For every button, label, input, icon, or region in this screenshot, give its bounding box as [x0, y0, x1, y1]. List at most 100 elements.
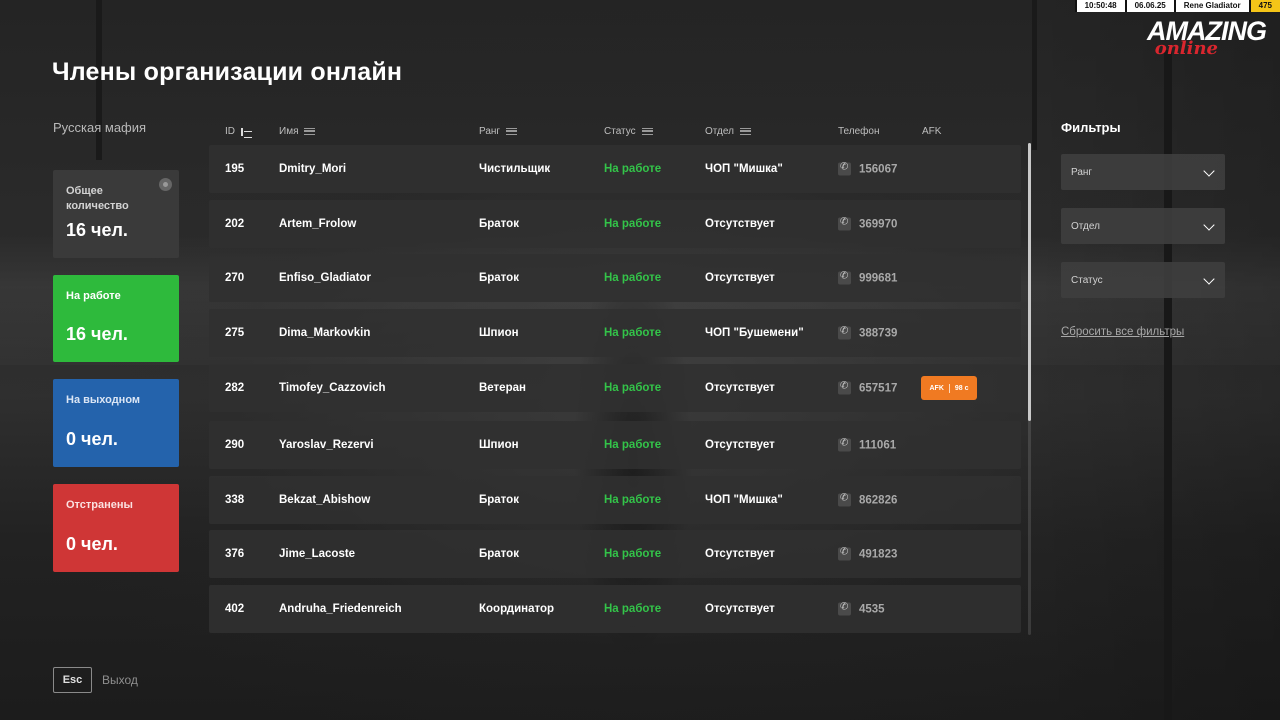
info-dot-icon	[159, 178, 172, 191]
hud-time: 10:50:48	[1074, 0, 1125, 12]
menu-icon	[506, 128, 518, 135]
phone-icon	[838, 326, 851, 340]
hud-level: 475	[1248, 0, 1280, 12]
column-header-id[interactable]: ID	[225, 126, 252, 138]
table-row[interactable]: 195 Dmitry_Mori Чистильщик На работе ЧОП…	[209, 145, 1021, 193]
cell-name: Dima_Markovkin	[279, 327, 371, 339]
cell-phone: 862826	[838, 493, 897, 507]
phone-icon	[838, 217, 851, 231]
cell-status: На работе	[604, 218, 662, 230]
cell-id: 275	[225, 327, 245, 339]
cell-name: Bekzat_Abishow	[279, 494, 371, 506]
esc-button[interactable]: Esc	[53, 667, 92, 693]
stat-off-card[interactable]: На выходном 0 чел.	[53, 379, 179, 467]
stat-off-label: На выходном	[66, 394, 141, 406]
hud-date: 06.06.25	[1124, 0, 1174, 12]
cell-dept: Отсутствует	[705, 439, 775, 451]
phone-icon	[838, 271, 851, 285]
table-row[interactable]: 270 Enfiso_Gladiator Браток На работе От…	[209, 254, 1021, 302]
stat-total-card: Общее количество 16 чел.	[53, 170, 179, 258]
table-row[interactable]: 202 Artem_Frolow Браток На работе Отсутс…	[209, 200, 1021, 248]
stat-working-label: На работе	[66, 290, 121, 302]
stat-working-card[interactable]: На работе 16 чел.	[53, 275, 179, 362]
column-header-status[interactable]: Статус	[604, 126, 653, 137]
cell-id: 338	[225, 494, 245, 506]
cell-id: 270	[225, 272, 245, 284]
cell-status: На работе	[604, 272, 662, 284]
cell-phone: 388739	[838, 326, 897, 340]
phone-icon	[838, 381, 851, 395]
chevron-down-icon	[1203, 165, 1215, 177]
table-row[interactable]: 402 Andruha_Friedenreich Координатор На …	[209, 585, 1021, 633]
filter-rank-select[interactable]: Ранг	[1061, 154, 1225, 190]
column-header-name[interactable]: Имя	[279, 126, 316, 137]
cell-phone: 4535	[838, 602, 885, 616]
cell-id: 202	[225, 218, 245, 230]
filter-dept-label: Отдел	[1071, 220, 1100, 232]
cell-rank: Браток	[479, 548, 519, 560]
stat-banned-value: 0 чел.	[66, 534, 118, 554]
cell-phone: 111061	[838, 438, 896, 452]
stat-banned-card[interactable]: Отстранены 0 чел.	[53, 484, 179, 572]
cell-status: На работе	[604, 327, 662, 339]
phone-icon	[838, 162, 851, 176]
table-row[interactable]: 290 Yaroslav_Rezervi Шпион На работе Отс…	[209, 421, 1021, 469]
stat-total-label: Общее количество	[66, 185, 129, 212]
stat-working-value: 16 чел.	[66, 324, 128, 344]
amazing-online-logo: AMAZING online	[1147, 16, 1267, 59]
stat-banned-label: Отстранены	[66, 499, 133, 511]
cell-dept: ЧОП "Мишка"	[705, 163, 783, 175]
cell-name: Dmitry_Mori	[279, 163, 347, 175]
cell-phone: 491823	[838, 547, 897, 561]
page-title: Члены организации онлайн	[52, 58, 403, 86]
column-header-rank[interactable]: Ранг	[479, 126, 518, 137]
cell-rank: Ветеран	[479, 382, 526, 394]
cell-phone: 999681	[838, 271, 897, 285]
stat-off-value: 0 чел.	[66, 429, 118, 449]
cell-rank: Браток	[479, 494, 519, 506]
cell-rank: Браток	[479, 272, 519, 284]
scrollbar-thumb[interactable]	[1028, 143, 1031, 421]
hud-bar: 10:50:48 06.06.25 Rene Gladiator 475	[1074, 0, 1280, 12]
cell-name: Andruha_Friedenreich	[279, 603, 402, 615]
reset-filters-link[interactable]: Сбросить все фильтры	[1061, 326, 1184, 338]
cell-dept: ЧОП "Мишка"	[705, 494, 783, 506]
table-row[interactable]: 338 Bekzat_Abishow Браток На работе ЧОП …	[209, 476, 1021, 524]
cell-dept: Отсутствует	[705, 548, 775, 560]
cell-status: На работе	[604, 382, 662, 394]
cell-dept: Отсутствует	[705, 382, 775, 394]
cell-name: Timofey_Cazzovich	[279, 382, 386, 394]
table-row[interactable]: 275 Dima_Markovkin Шпион На работе ЧОП "…	[209, 309, 1021, 357]
cell-dept: ЧОП "Бушемени"	[705, 327, 804, 339]
table-row[interactable]: 376 Jime_Lacoste Браток На работе Отсутс…	[209, 530, 1021, 578]
cell-name: Enfiso_Gladiator	[279, 272, 372, 284]
cell-id: 376	[225, 548, 245, 560]
cell-name: Artem_Frolow	[279, 218, 357, 230]
filter-dept-select[interactable]: Отдел	[1061, 208, 1225, 244]
cell-dept: Отсутствует	[705, 603, 775, 615]
cell-phone: 156067	[838, 162, 897, 176]
cell-status: На работе	[604, 494, 662, 506]
exit-label[interactable]: Выход	[102, 673, 138, 687]
menu-icon	[304, 128, 316, 135]
cell-rank: Шпион	[479, 327, 519, 339]
cell-rank: Координатор	[479, 603, 555, 615]
filters-title: Фильтры	[1061, 120, 1121, 135]
cell-status: На работе	[604, 439, 662, 451]
chevron-down-icon	[1203, 219, 1215, 231]
column-header-dept[interactable]: Отдел	[705, 126, 751, 137]
cell-id: 195	[225, 163, 245, 175]
table-row[interactable]: 282 Timofey_Cazzovich Ветеран На работе …	[209, 364, 1021, 412]
cell-dept: Отсутствует	[705, 272, 775, 284]
column-header-afk: AFK	[922, 126, 942, 137]
cell-id: 282	[225, 382, 245, 394]
cell-id: 402	[225, 603, 245, 615]
phone-icon	[838, 602, 851, 616]
table-scrollbar[interactable]	[1028, 143, 1031, 635]
organization-name: Русская мафия	[53, 120, 147, 135]
filter-status-select[interactable]: Статус	[1061, 262, 1225, 298]
cell-status: На работе	[604, 163, 662, 175]
cell-rank: Чистильщик	[479, 163, 551, 175]
cell-status: На работе	[604, 548, 662, 560]
cell-rank: Браток	[479, 218, 519, 230]
